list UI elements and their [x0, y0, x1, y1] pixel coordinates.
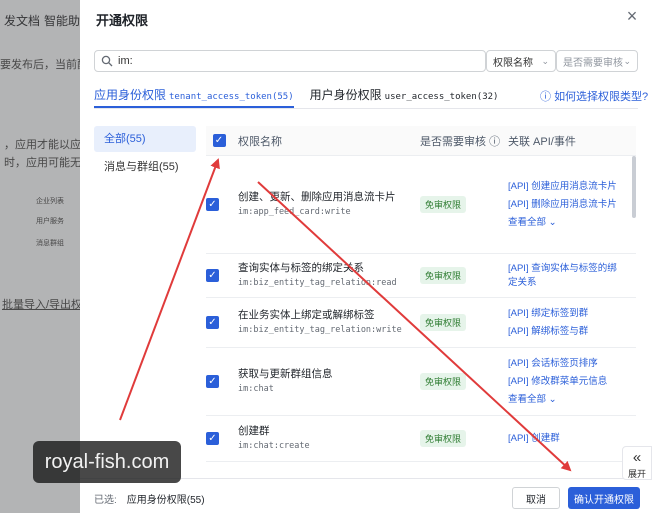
- row-checkbox[interactable]: ✓: [206, 269, 219, 282]
- search-input[interactable]: im:: [94, 50, 486, 72]
- table-header: ✓ 权限名称 是否需要审核 ⓘ 关联 API/事件: [206, 126, 636, 156]
- double-chevron-left-icon: «: [632, 449, 642, 466]
- column-header-api: 关联 API/事件: [508, 135, 576, 148]
- permission-table: ✓ 权限名称 是否需要审核 ⓘ 关联 API/事件 ✓ 创建、更新、删除应用消息…: [206, 126, 636, 466]
- close-icon[interactable]: ×: [624, 7, 640, 25]
- review-badge: 免审权限: [420, 267, 467, 284]
- chevron-down-icon: ⌄: [548, 393, 557, 405]
- api-link[interactable]: [API] 解绑标签与群: [508, 325, 626, 339]
- tab-label: 应用身份权限: [94, 88, 167, 102]
- chevron-down-icon: ⌄: [623, 55, 631, 66]
- column-header-review: 是否需要审核 ⓘ: [420, 133, 508, 149]
- api-link[interactable]: [API] 查询实体与标签的绑定关系: [508, 262, 626, 290]
- tab-code: user_access_token(32): [384, 92, 499, 102]
- category-nav: 全部(55) 消息与群组(55): [94, 126, 196, 182]
- tab-user-token[interactable]: 用户身份权限 user_access_token(32): [310, 86, 499, 108]
- selected-label: 已选:: [94, 495, 117, 506]
- permission-name: 创建、更新、删除应用消息流卡片: [238, 191, 396, 203]
- identity-tabs: 应用身份权限 tenant_access_token(55) 用户身份权限 user…: [94, 86, 514, 108]
- row-checkbox[interactable]: ✓: [206, 316, 219, 329]
- table-row: ✓ 获取与更新群组信息 im:chat 免审权限 [API] 会话标签页排序 […: [206, 348, 636, 416]
- view-all-label: 查看全部: [508, 216, 547, 228]
- table-row: ✓ 查询实体与标签的绑定关系 im:biz_entity_tag_relatio…: [206, 254, 636, 298]
- permission-code: im:chat:create: [238, 441, 310, 451]
- search-icon: [101, 55, 113, 67]
- view-all-link[interactable]: 查看全部 ⌄: [508, 393, 626, 407]
- modal-title: 开通权限: [96, 13, 149, 28]
- api-link[interactable]: [API] 创建群: [508, 432, 626, 446]
- question-circle-icon: ⓘ: [489, 135, 501, 148]
- select-all-checkbox[interactable]: ✓: [212, 134, 226, 147]
- permission-code: im:app_feed_card:write: [238, 207, 351, 217]
- table-row: ✓ 创建群 im:chat:create 免审权限 [API] 创建群: [206, 416, 636, 462]
- expand-panel-button[interactable]: « 展开: [622, 446, 652, 480]
- tab-label: 用户身份权限: [309, 88, 382, 102]
- table-row: ✓ 在业务实体上绑定或解绑标签 im:biz_entity_tag_relati…: [206, 298, 636, 348]
- review-badge: 免审权限: [420, 196, 467, 213]
- review-badge: 免审权限: [420, 373, 467, 390]
- api-link[interactable]: [API] 删除应用消息流卡片: [508, 198, 626, 212]
- row-checkbox[interactable]: ✓: [206, 198, 219, 211]
- review-badge: 免审权限: [420, 430, 467, 447]
- row-checkbox[interactable]: ✓: [206, 375, 219, 388]
- api-link[interactable]: [API] 修改群菜单元信息: [508, 375, 626, 389]
- permission-modal: 开通权限 × im: 权限名称 ⌄ 是否需要审核 ⌄ 应用身份权限 tenant_…: [80, 0, 652, 513]
- column-header-name: 权限名称: [238, 135, 282, 148]
- permission-name: 创建群: [238, 425, 270, 437]
- help-circle-icon: ⓘ: [540, 91, 551, 103]
- permission-type-help-link[interactable]: ⓘ 如何选择权限类型?: [540, 88, 648, 104]
- review-filter-placeholder: 是否需要审核: [563, 57, 623, 69]
- column-header-review-label: 是否需要审核: [420, 135, 486, 148]
- tab-code: tenant_access_token(55): [169, 92, 294, 102]
- filter-field-value: 权限名称: [493, 57, 533, 69]
- cancel-button[interactable]: 取消: [512, 487, 560, 509]
- tabs-divider: [94, 108, 638, 109]
- review-filter-select[interactable]: 是否需要审核 ⌄: [556, 50, 638, 72]
- confirm-permissions-button[interactable]: 确认开通权限: [568, 487, 640, 509]
- permission-code: im:biz_entity_tag_relation:read: [238, 278, 397, 288]
- table-row: ✓ 创建、更新、删除应用消息流卡片 im:app_feed_card:write…: [206, 156, 636, 254]
- selected-summary: 已选: 应用身份权限(55): [94, 491, 205, 506]
- view-all-label: 查看全部: [508, 393, 547, 405]
- api-link[interactable]: [API] 会话标签页排序: [508, 357, 626, 371]
- category-item-all[interactable]: 全部(55): [94, 126, 196, 152]
- filter-field-select[interactable]: 权限名称 ⌄: [486, 50, 556, 72]
- selected-value: 应用身份权限(55): [126, 495, 205, 506]
- watermark: royal-fish.com: [33, 441, 181, 483]
- tab-tenant-token[interactable]: 应用身份权限 tenant_access_token(55): [94, 86, 294, 108]
- chevron-down-icon: ⌄: [548, 216, 557, 228]
- chevron-down-icon: ⌄: [541, 55, 549, 66]
- permission-code: im:chat: [238, 384, 274, 394]
- permission-name: 在业务实体上绑定或解绑标签: [238, 309, 375, 321]
- search-value: im:: [118, 55, 133, 67]
- modal-footer: 已选: 应用身份权限(55) 取消 确认开通权限: [80, 478, 652, 513]
- permission-name: 查询实体与标签的绑定关系: [238, 262, 364, 274]
- table-scrollbar[interactable]: [632, 156, 636, 218]
- api-link[interactable]: [API] 创建应用消息流卡片: [508, 180, 626, 194]
- review-badge: 免审权限: [420, 314, 467, 331]
- category-item-messages[interactable]: 消息与群组(55): [94, 154, 196, 180]
- expand-label: 展开: [627, 469, 646, 479]
- permission-name: 获取与更新群组信息: [238, 368, 333, 380]
- api-link[interactable]: [API] 绑定标签到群: [508, 307, 626, 321]
- row-checkbox[interactable]: ✓: [206, 432, 219, 445]
- permission-code: im:biz_entity_tag_relation:write: [238, 325, 402, 335]
- help-link-label: 如何选择权限类型?: [554, 91, 649, 103]
- view-all-link[interactable]: 查看全部 ⌄: [508, 216, 626, 230]
